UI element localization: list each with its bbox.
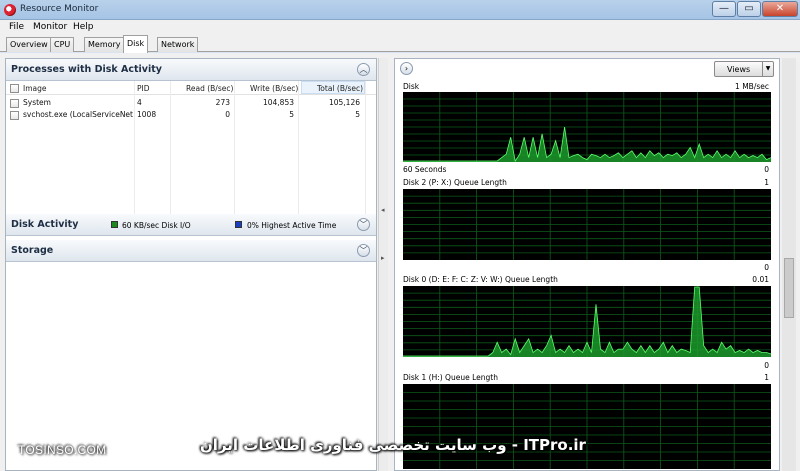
active-time-legend-swatch	[235, 221, 242, 228]
menu-monitor[interactable]: Monitor	[33, 22, 67, 32]
processes-title: Processes with Disk Activity	[11, 64, 162, 75]
client-area: Processes with Disk Activity ︿ Image PID…	[0, 53, 800, 471]
disk0-queue-graph	[403, 286, 771, 357]
dropdown-arrow-icon[interactable]: ▼	[762, 62, 773, 76]
tab-disk[interactable]: Disk	[123, 35, 149, 53]
col-pid[interactable]: PID	[137, 84, 150, 93]
col-image[interactable]: Image	[23, 84, 47, 93]
cell-read: 0	[225, 110, 230, 119]
cell-read: 273	[215, 98, 230, 107]
views-button[interactable]: Views ▼	[714, 61, 774, 77]
cell-pid: 1008	[137, 110, 157, 119]
disk-activity-header[interactable]: Disk Activity 60 KB/sec Disk I/O 0% High…	[6, 214, 376, 236]
graph-title: Disk	[403, 82, 420, 91]
minimize-button[interactable]: —	[712, 1, 736, 17]
graph-title: Disk 1 (H:) Queue Length	[403, 373, 498, 382]
menu-bar: File Monitor Help	[0, 20, 800, 35]
col-total[interactable]: Total (B/sec)	[301, 81, 365, 94]
expand-chevron-icon[interactable]: ﹀	[357, 244, 370, 257]
cell-image: System	[23, 98, 51, 107]
splitter-scrollbar[interactable]: ◂ ▸	[378, 58, 388, 471]
graph-title: Disk 0 (D: E: F: C: Z: V: W:) Queue Leng…	[403, 275, 558, 284]
table-row[interactable]: svchost.exe (LocalServiceNet... 1008 0 5…	[6, 109, 376, 121]
graph-max: 1	[764, 373, 769, 382]
disk1-queue-graph	[403, 384, 771, 469]
title-bar: Resource Monitor — ▭ ✕	[0, 0, 800, 20]
disk-io-legend-swatch	[111, 221, 118, 228]
tab-cpu[interactable]: CPU	[50, 37, 75, 52]
storage-title: Storage	[11, 245, 54, 256]
left-panel: Processes with Disk Activity ︿ Image PID…	[5, 58, 377, 471]
row-checkbox[interactable]	[10, 111, 19, 120]
cell-pid: 4	[137, 98, 142, 107]
graph-title: Disk 2 (P: X:) Queue Length	[403, 178, 507, 187]
graph-max: 0.01	[752, 275, 769, 284]
tab-overview[interactable]: Overview	[6, 37, 52, 52]
graph-min: 0	[764, 361, 769, 370]
cell-total: 105,126	[328, 98, 360, 107]
col-write[interactable]: Write (B/sec)	[250, 84, 298, 93]
graph-min: 0	[764, 263, 769, 272]
table-row[interactable]: System 4 273 104,853 105,126	[6, 97, 376, 109]
cell-total: 5	[355, 110, 360, 119]
processes-header[interactable]: Processes with Disk Activity ︿	[6, 59, 376, 81]
storage-header[interactable]: Storage ﹀	[6, 240, 376, 262]
tab-memory[interactable]: Memory	[84, 37, 125, 52]
scroll-up-arrow-icon[interactable]: ◂	[381, 206, 385, 214]
menu-help[interactable]: Help	[73, 22, 94, 32]
close-button[interactable]: ✕	[762, 1, 798, 17]
collapse-graphs-icon[interactable]: ›	[400, 62, 413, 75]
graph-min: 0	[764, 165, 769, 174]
right-scrollbar[interactable]	[782, 58, 796, 471]
processes-table-header: Image PID Read (B/sec) Write (B/sec) Tot…	[6, 81, 376, 95]
graph-max: 1	[764, 178, 769, 187]
disk-activity-title: Disk Activity	[11, 219, 79, 230]
expand-chevron-icon[interactable]: ﹀	[357, 218, 370, 231]
menu-file[interactable]: File	[9, 22, 24, 32]
row-checkbox[interactable]	[10, 99, 19, 108]
disk-io-legend-text: 60 KB/sec Disk I/O	[122, 221, 191, 230]
col-read[interactable]: Read (B/sec)	[186, 84, 233, 93]
watermark-right: ITPro.ir - وب سایت تخصصی فناوری اطلاعات …	[200, 436, 586, 454]
disk2-queue-graph	[403, 189, 771, 260]
maximize-button[interactable]: ▭	[737, 1, 761, 17]
graph-max: 1 MB/sec	[735, 82, 769, 91]
graph-time-span: 60 Seconds	[403, 165, 447, 174]
cell-image: svchost.exe (LocalServiceNet...	[23, 110, 133, 119]
cell-write: 5	[289, 110, 294, 119]
collapse-chevron-icon[interactable]: ︿	[357, 63, 370, 76]
scroll-right-arrow-icon[interactable]: ▸	[381, 254, 385, 262]
scrollbar-thumb[interactable]	[784, 258, 794, 318]
tab-bar: Overview CPU Memory Disk Network	[0, 35, 800, 53]
tab-network[interactable]: Network	[157, 37, 199, 52]
active-time-legend-text: 0% Highest Active Time	[247, 221, 337, 230]
watermark-left: TOSINSO.COM	[18, 443, 107, 457]
cell-write: 104,853	[262, 98, 294, 107]
disk-graph	[403, 92, 771, 162]
graphs-panel: › Views ▼ Disk 1 MB/sec 60 Seconds 0 Dis…	[394, 58, 780, 471]
views-label: Views	[727, 65, 751, 74]
resource-monitor-icon	[4, 4, 16, 16]
select-all-checkbox[interactable]	[10, 84, 19, 93]
window-title: Resource Monitor	[20, 4, 99, 14]
